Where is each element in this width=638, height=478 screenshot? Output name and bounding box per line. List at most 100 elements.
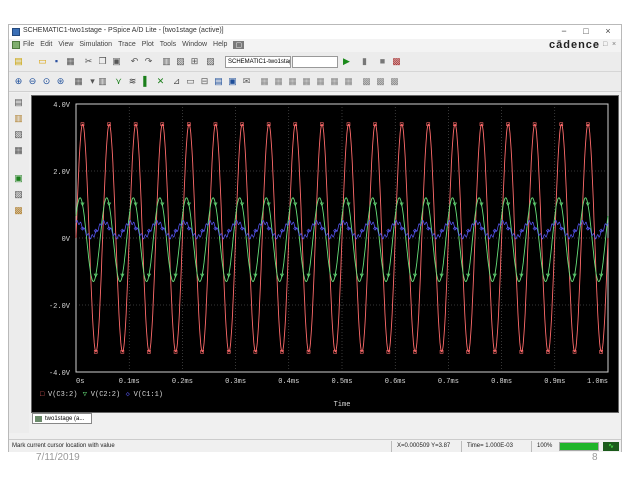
minimize-button[interactable]: − <box>557 26 571 36</box>
notes-icon[interactable]: ▩ <box>13 205 24 216</box>
marker-group-icon[interactable]: ▦ <box>343 76 354 87</box>
menu-trace[interactable]: Trace <box>118 41 136 49</box>
log-scale-icon[interactable]: ▥ <box>97 76 108 87</box>
window-title: SCHEMATIC1-two1stage - PSpice A/D Lite -… <box>23 27 224 34</box>
title-bar: SCHEMATIC1-two1stage - PSpice A/D Lite -… <box>9 25 621 39</box>
mdi-close-button[interactable]: × <box>612 41 616 48</box>
run-icon[interactable]: ▶ <box>341 56 352 67</box>
zoom-in-icon[interactable]: ⊕ <box>13 76 24 87</box>
menu-tools[interactable]: Tools <box>160 41 176 49</box>
x-tick-label: 0.3ms <box>225 378 246 386</box>
mdi-minimize-button[interactable]: − <box>593 41 597 48</box>
x-tick-label: 0.9ms <box>544 378 565 386</box>
menu-edit[interactable]: Edit <box>40 41 52 49</box>
waveform-chart[interactable]: 0s 0.1ms 0.2ms 0.3ms 0.4ms 0.5ms 0.6ms 0.7ms 0.8… <box>32 96 618 412</box>
zoom-area-icon[interactable]: ⊙ <box>41 76 52 87</box>
settings-icon[interactable]: ▩ <box>391 56 402 67</box>
redo-icon[interactable]: ↷ <box>143 56 154 67</box>
legend-entry: V(C1:1) <box>134 391 163 399</box>
bias-power-icon[interactable]: ▩ <box>389 76 400 87</box>
legend-marker: ▽ <box>83 391 88 399</box>
axis-settings-icon[interactable]: ▦ <box>73 76 84 87</box>
bias-voltage-icon[interactable]: ▩ <box>361 76 372 87</box>
menu-window[interactable]: Window <box>182 41 207 49</box>
marker-current-icon[interactable]: ▦ <box>273 76 284 87</box>
simulation-search-field[interactable] <box>292 56 338 68</box>
activity-pulse-icon: ∿ <box>603 442 619 451</box>
zoom-fit-icon[interactable]: ⊛ <box>55 76 66 87</box>
place-icon[interactable]: ⊞ <box>189 56 200 67</box>
pause-icon[interactable]: ▮ <box>359 56 370 67</box>
slope-icon[interactable]: ⊟ <box>199 76 210 87</box>
bias-current-icon[interactable]: ▩ <box>375 76 386 87</box>
close-button[interactable]: × <box>601 26 615 36</box>
y-tick-label: 4.0V <box>53 102 71 110</box>
menu-simulation[interactable]: Simulation <box>79 41 112 49</box>
menu-items: File Edit View Simulation Trace Plot Too… <box>23 41 245 49</box>
marker-power-icon[interactable]: ▦ <box>287 76 298 87</box>
min-icon[interactable]: ▤ <box>213 76 224 87</box>
status-separator <box>391 441 392 452</box>
x-tick-label: 0.6ms <box>385 378 406 386</box>
y-tick-label: -2.0V <box>49 303 71 311</box>
y-tick-label: -4.0V <box>49 370 71 378</box>
fft-icon[interactable]: ≋ <box>127 76 138 87</box>
mdi-maximize-button[interactable]: □ <box>603 41 607 48</box>
save-icon[interactable]: ▪ <box>51 56 62 67</box>
menu-help[interactable]: Help <box>213 41 227 49</box>
slide-page-number: 8 <box>592 452 598 463</box>
x-tick-label: 0.5ms <box>331 378 352 386</box>
new-file-icon[interactable]: ▤ <box>13 56 24 67</box>
simulation-profile-select[interactable]: SCHEMATIC1-two1stage <box>225 56 291 68</box>
x-tick-label: 0.2ms <box>172 378 193 386</box>
marker-db-icon[interactable]: ▦ <box>315 76 326 87</box>
add-trace-icon[interactable]: ⋎ <box>113 76 124 87</box>
marker-voltage-icon[interactable]: ▦ <box>259 76 270 87</box>
paste-icon[interactable]: ▣ <box>111 56 122 67</box>
menu-view[interactable]: View <box>58 41 73 49</box>
trough-icon[interactable]: ▭ <box>185 76 196 87</box>
probe-plot-window[interactable]: 0s 0.1ms 0.2ms 0.3ms 0.4ms 0.5ms 0.6ms 0.7ms 0.8… <box>31 95 619 413</box>
marker-diff-icon[interactable]: ▦ <box>301 76 312 87</box>
marker-phase-icon[interactable]: ▦ <box>329 76 340 87</box>
y-tick-label: 2.0V <box>53 169 71 177</box>
simulation-output-icon[interactable]: ▤ <box>13 97 24 108</box>
performance-icon[interactable]: ✕ <box>155 76 166 87</box>
menu-bar: File Edit View Simulation Trace Plot Too… <box>9 39 621 52</box>
library-icon[interactable]: ▥ <box>161 56 172 67</box>
parts-icon[interactable]: ▧ <box>175 56 186 67</box>
plot-tab[interactable]: two1stage (a... <box>32 413 92 424</box>
menu-active-marker[interactable]: ▢ <box>233 41 245 49</box>
cursor-icon[interactable]: ▌ <box>141 76 152 87</box>
zoom-out-icon[interactable]: ⊖ <box>27 76 38 87</box>
open-schematic-icon[interactable]: ▥ <box>13 113 24 124</box>
stop-icon[interactable]: ■ <box>377 56 388 67</box>
main-toolbar: ▤ ▭ ▪ ▦ ✂ ❐ ▣ ↶ ↷ ▥ ▧ ⊞ ▨ SCHEMATIC1-two… <box>9 52 621 72</box>
status-message: Mark current cursor location with value <box>12 443 115 449</box>
document-icon[interactable] <box>12 41 20 49</box>
undo-icon[interactable]: ↶ <box>129 56 140 67</box>
peak-icon[interactable]: ⊿ <box>171 76 182 87</box>
cut-icon[interactable]: ✂ <box>83 56 94 67</box>
x-tick-label: 0s <box>76 378 84 386</box>
x-tick-label: 0.4ms <box>278 378 299 386</box>
view-simulation-results-icon[interactable]: ▣ <box>13 173 24 184</box>
simulation-settings-icon[interactable]: ▦ <box>13 145 24 156</box>
left-toolbar: ▤ ▥ ▧ ▦ ▣ ▨ ▩ <box>9 93 29 433</box>
mark-label-icon[interactable]: ✉ <box>241 76 252 87</box>
menu-plot[interactable]: Plot <box>142 41 154 49</box>
probe-settings-icon[interactable]: ▨ <box>13 189 24 200</box>
copy-icon[interactable]: ❐ <box>97 56 108 67</box>
pspice-app-icon <box>12 28 20 36</box>
netlist-icon[interactable]: ▨ <box>205 56 216 67</box>
max-icon[interactable]: ▣ <box>227 76 238 87</box>
probe-toolbar: ⊕ ⊖ ⊙ ⊛ ▦ ▾ ▥ ⋎ ≋ ▌ ✕ ⊿ ▭ ⊟ ▤ ▣ ✉ ▦ ▦ ▦ … <box>9 72 621 92</box>
print-icon[interactable]: ▦ <box>65 56 76 67</box>
x-axis-label: Time <box>334 401 351 409</box>
pspice-window: SCHEMATIC1-two1stage - PSpice A/D Lite -… <box>8 24 622 452</box>
maximize-button[interactable]: □ <box>579 26 593 36</box>
open-folder-icon[interactable]: ▭ <box>37 56 48 67</box>
legend-entry: V(C3:2) <box>48 391 77 399</box>
view-output-file-icon[interactable]: ▧ <box>13 129 24 140</box>
menu-file[interactable]: File <box>23 41 34 49</box>
